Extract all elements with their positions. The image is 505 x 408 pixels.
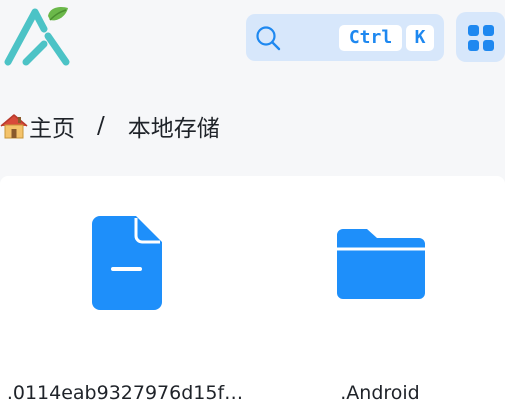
search-box[interactable]: Ctrl K — [246, 14, 444, 61]
grid-menu-button[interactable] — [456, 12, 505, 62]
file-item[interactable]: .0114eab9327976d15f… — [0, 216, 250, 404]
shortcut-ctrl-key: Ctrl — [339, 25, 402, 51]
document-icon — [92, 216, 162, 310]
app-logo-icon[interactable] — [4, 4, 74, 68]
breadcrumb: 主页 / 本地存储 — [0, 108, 220, 144]
app-page: Ctrl K 主页 / 本地存储 .0114eab9327976d15f… .A… — [0, 0, 505, 408]
file-grid: .0114eab9327976d15f… .Android — [0, 176, 505, 408]
breadcrumb-home-link[interactable]: 主页 — [29, 109, 75, 143]
breadcrumb-separator: / — [97, 113, 105, 139]
breadcrumb-current: 本地存储 — [127, 116, 220, 142]
folder-name: .Android — [340, 382, 420, 404]
search-icon — [256, 26, 281, 51]
folder-item[interactable]: .Android — [255, 216, 505, 404]
folder-icon — [337, 229, 425, 299]
shortcut-k-key: K — [406, 25, 434, 51]
home-icon[interactable] — [0, 112, 28, 140]
file-name: .0114eab9327976d15f… — [6, 382, 244, 404]
grid-icon — [468, 25, 494, 51]
